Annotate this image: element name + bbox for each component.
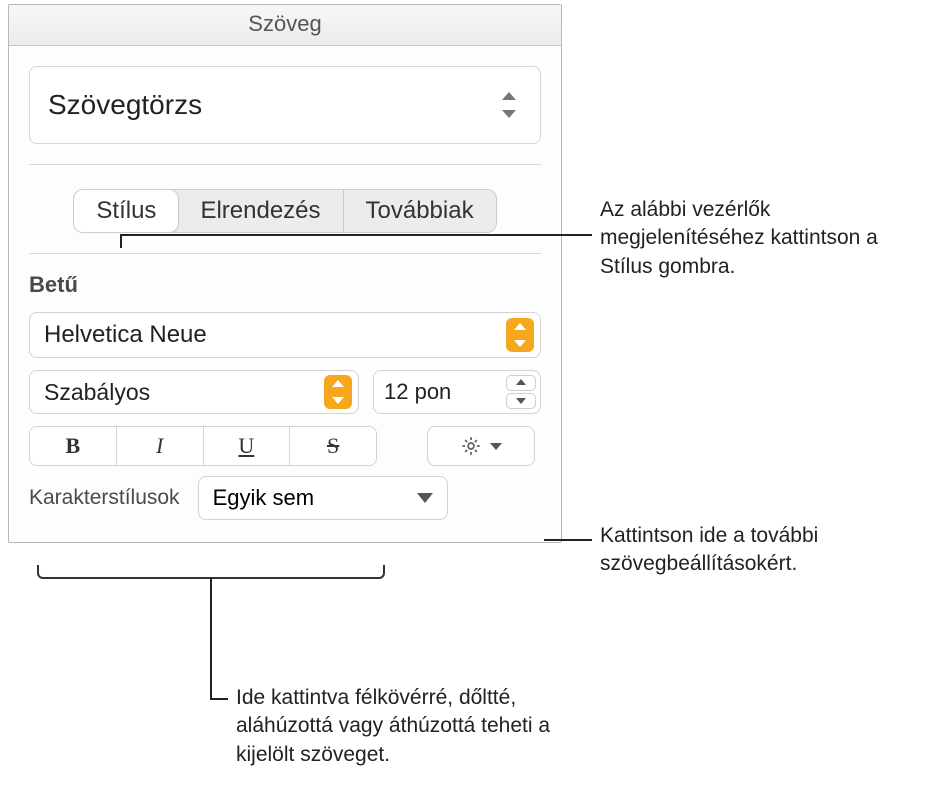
- more-text-options-button[interactable]: [427, 426, 535, 466]
- format-tabs: Stílus Elrendezés Továbbiak: [73, 189, 496, 233]
- paragraph-style-select[interactable]: Szövegtörzs: [29, 66, 541, 144]
- bius-group: B I U S: [29, 426, 377, 466]
- callout-leader: [210, 698, 228, 700]
- tab-layout[interactable]: Elrendezés: [178, 190, 342, 232]
- updown-icon: [500, 92, 518, 118]
- chevron-down-icon: [490, 443, 502, 450]
- font-section-label: Betű: [9, 254, 561, 312]
- callout-style-tab: Az alábbi vezérlők megjelenítéséhez katt…: [600, 196, 910, 281]
- callout-leader: [544, 539, 592, 541]
- underline-button[interactable]: U: [203, 427, 290, 465]
- callout-bius: Ide kattintva félkövérré, dőltté, aláhúz…: [236, 684, 606, 769]
- paragraph-style-value: Szövegtörzs: [48, 89, 202, 121]
- stepper-up-icon[interactable]: [506, 375, 536, 391]
- italic-button[interactable]: I: [116, 427, 203, 465]
- updown-icon: [324, 375, 352, 409]
- font-variant-select[interactable]: Szabályos: [29, 370, 359, 414]
- callout-bracket: [37, 565, 385, 579]
- text-format-panel: Szöveg Szövegtörzs Stílus Elrendezés Tov…: [8, 4, 562, 543]
- tab-style[interactable]: Stílus: [73, 189, 179, 233]
- callout-leader: [120, 234, 122, 248]
- callout-leader: [210, 578, 212, 698]
- font-variant-value: Szabályos: [44, 379, 150, 406]
- font-family-value: Helvetica Neue: [44, 321, 207, 349]
- bold-button[interactable]: B: [30, 427, 116, 465]
- font-size-value: 12 pon: [384, 379, 451, 405]
- chevron-down-icon: [417, 493, 433, 503]
- gear-icon: [460, 435, 482, 457]
- character-styles-value: Egyik sem: [213, 485, 314, 511]
- callout-leader: [120, 234, 592, 236]
- font-family-select[interactable]: Helvetica Neue: [29, 312, 541, 358]
- panel-title: Szöveg: [9, 5, 561, 46]
- callout-more-options: Kattintson ide a további szövegbeállítás…: [600, 522, 916, 579]
- stepper-down-icon[interactable]: [506, 393, 536, 409]
- strikethrough-button[interactable]: S: [289, 427, 376, 465]
- character-styles-label: Karakterstílusok: [29, 486, 180, 510]
- character-styles-select[interactable]: Egyik sem: [198, 476, 448, 520]
- tab-more[interactable]: Továbbiak: [344, 190, 496, 232]
- font-size-stepper[interactable]: 12 pon: [373, 370, 541, 414]
- updown-icon: [506, 318, 534, 352]
